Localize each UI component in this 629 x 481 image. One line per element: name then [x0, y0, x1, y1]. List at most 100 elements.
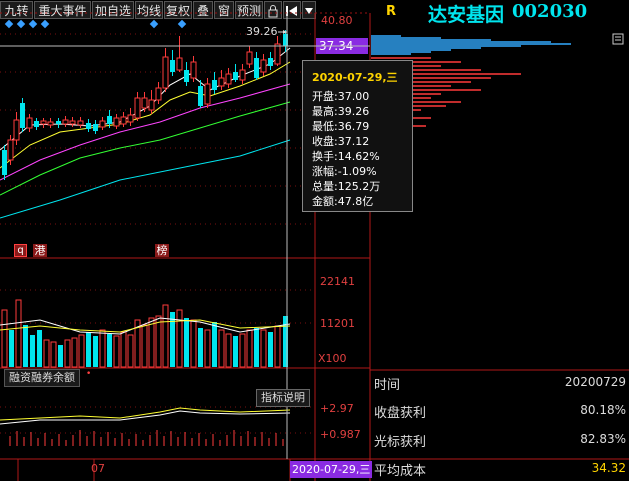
- info-row-time: 时间 20200729: [374, 372, 626, 394]
- volume-bar: [86, 332, 91, 367]
- info-value-time: 20200729: [564, 375, 626, 389]
- indicator-explain-button[interactable]: 指标说明: [256, 389, 310, 407]
- volume-bar: [162, 304, 169, 368]
- tooltip-low: 最低:36.79: [312, 120, 370, 133]
- tooltip-amount: 金额:47.8亿: [312, 195, 374, 208]
- volume-bar: [64, 339, 71, 368]
- candle-body: [218, 77, 225, 87]
- info-label-avg-cost: 平均成本: [374, 464, 427, 479]
- candle-body: [40, 120, 47, 125]
- volume-bar: [204, 329, 211, 368]
- stock-chart-window: 九转 重大事件 加自选 均线 复权 叠 窗 预测 R 达安基因 002030 4…: [0, 0, 629, 481]
- candle-body: [62, 119, 69, 125]
- candle-body: [268, 58, 273, 66]
- candle-body: [184, 70, 189, 82]
- candle-body: [239, 69, 246, 81]
- peak-price-label: 39.26: [246, 25, 278, 38]
- volume-bar: [170, 312, 175, 367]
- candle-body: [170, 60, 175, 72]
- volume-bar: [37, 330, 42, 367]
- info-row-close-profit: 收盘获利 80.18%: [374, 400, 626, 422]
- margin-tick-high: +2.97: [320, 402, 354, 415]
- volume-bar: [218, 329, 225, 368]
- candle-body: [99, 120, 106, 128]
- volume-bar: [127, 334, 134, 368]
- candle-body: [246, 51, 253, 65]
- volume-bar: [71, 337, 78, 368]
- candle-body: [254, 58, 259, 78]
- volume-bar: [155, 315, 162, 368]
- volume-bar: [30, 335, 35, 367]
- candle-body: [34, 121, 39, 127]
- marker-q[interactable]: q: [14, 244, 27, 257]
- candle-body: [2, 150, 7, 175]
- candle-body: [127, 114, 134, 123]
- candle-body: [148, 99, 155, 111]
- volume-bar: [23, 325, 28, 367]
- volume-bar: [58, 345, 63, 367]
- marker-list[interactable]: 榜: [155, 244, 169, 257]
- volume-bar: [260, 329, 267, 368]
- candle-body: [93, 124, 98, 131]
- candle-body: [141, 97, 148, 109]
- tooltip-close: 收盘:37.12: [312, 135, 370, 148]
- candle-body: [77, 120, 84, 126]
- volume-bar: [274, 325, 281, 368]
- volume-bar: [233, 336, 238, 367]
- volume-bar: [1, 309, 8, 368]
- volume-bar: [190, 319, 197, 368]
- info-row-avg-cost: 平均成本 34.32: [374, 458, 626, 480]
- marker-hk[interactable]: 港: [33, 244, 47, 257]
- candle-body: [7, 139, 14, 161]
- candle-body: [107, 116, 112, 124]
- candle-body: [134, 97, 141, 119]
- volume-bar: [212, 322, 217, 367]
- info-row-cursor-profit: 光标获利 82.83%: [374, 429, 626, 451]
- margin-indicator-title[interactable]: 融资融券余额: [4, 369, 80, 387]
- volume-bar: [268, 332, 273, 367]
- margin-dot-icon: •: [86, 369, 92, 379]
- ohlc-tooltip: 2020-07-29,三 开盘:37.00 最高:39.26 最低:36.79 …: [302, 60, 413, 212]
- volume-bar: [176, 309, 183, 368]
- volume-bar: [120, 331, 127, 368]
- tooltip-open: 开盘:37.00: [312, 90, 370, 103]
- candle-body: [120, 116, 127, 125]
- tooltip-high: 最高:39.26: [312, 105, 370, 118]
- candle-body: [47, 121, 54, 126]
- info-label-close-profit: 收盘获利: [374, 406, 427, 421]
- candle-body: [198, 86, 203, 106]
- volume-bar: [246, 329, 253, 368]
- info-value-close-profit: 80.18%: [580, 403, 626, 417]
- candle-body: [260, 59, 267, 73]
- volume-bar: [15, 299, 22, 368]
- candle-body: [274, 43, 281, 65]
- volume-bar: [78, 334, 85, 368]
- candle-body: [69, 120, 76, 125]
- candle-body: [190, 61, 197, 79]
- candle-body: [26, 117, 33, 129]
- volume-bar: [239, 333, 246, 368]
- moving-average-line: [0, 139, 291, 219]
- cursor-date-tag: 2020-07-29,三: [290, 461, 373, 478]
- info-value-avg-cost: 34.32: [591, 461, 626, 475]
- info-label-time: 时间: [374, 378, 401, 393]
- candle-body: [204, 83, 211, 105]
- candle-body: [225, 73, 232, 85]
- tooltip-date: 2020-07-29,三: [312, 71, 398, 84]
- candle-body: [212, 80, 217, 90]
- candle-body: [233, 72, 238, 80]
- candle-body: [13, 119, 20, 141]
- volume-bar: [50, 341, 57, 368]
- info-value-cursor-profit: 82.83%: [580, 432, 626, 446]
- margin-tick-low: +0.987: [320, 428, 361, 441]
- volume-bar: [254, 328, 259, 367]
- moving-average-line: [0, 61, 291, 169]
- xaxis-month-label: 07: [91, 462, 105, 475]
- volume-bar: [148, 317, 155, 368]
- volume-bar: [225, 333, 232, 368]
- volume-bar: [93, 336, 98, 367]
- volume-bar: [99, 329, 106, 368]
- candle-body: [20, 103, 25, 128]
- candle-body: [113, 117, 120, 127]
- candle-body: [56, 121, 61, 124]
